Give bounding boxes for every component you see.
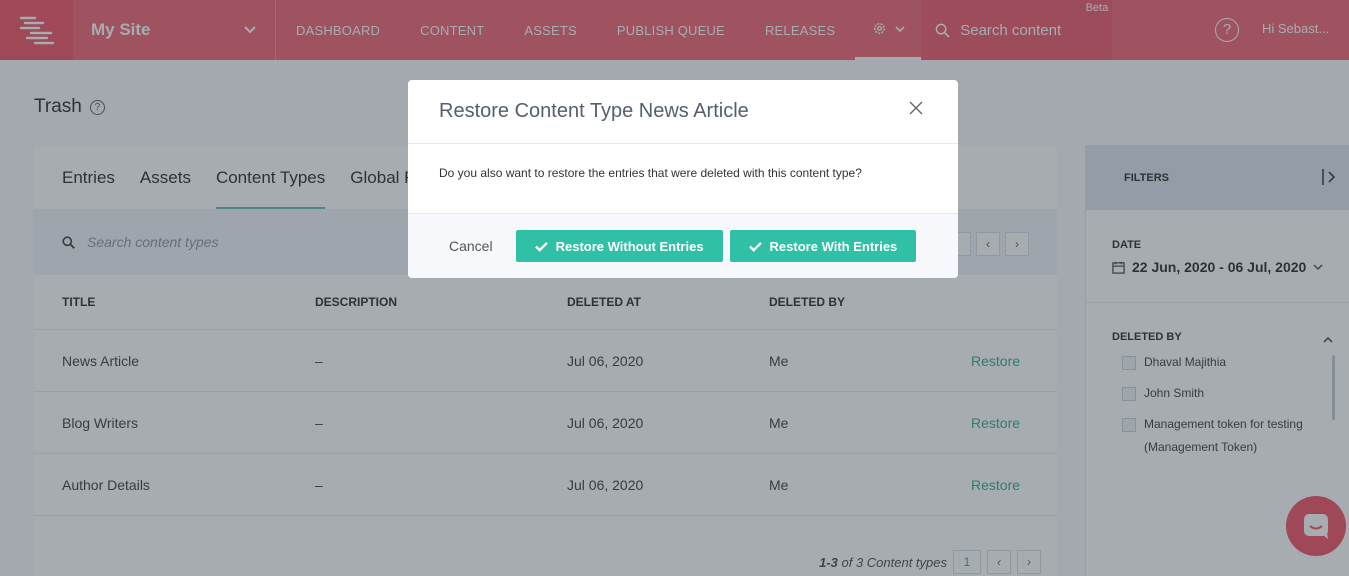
- close-icon[interactable]: [908, 100, 924, 116]
- restore-without-entries-label: Restore Without Entries: [555, 238, 704, 254]
- restore-with-entries-label: Restore With Entries: [769, 238, 898, 254]
- modal-footer: Cancel Restore Without Entries Restore W…: [408, 213, 958, 278]
- modal-message: Do you also want to restore the entries …: [439, 166, 862, 180]
- check-icon: [534, 241, 548, 252]
- modal-header: Restore Content Type News Article: [408, 80, 958, 144]
- modal-title: Restore Content Type News Article: [439, 100, 749, 122]
- restore-with-entries-button[interactable]: Restore With Entries: [729, 230, 917, 262]
- restore-modal: Restore Content Type News Article Do you…: [408, 80, 958, 278]
- restore-without-entries-button[interactable]: Restore Without Entries: [515, 230, 723, 262]
- check-icon: [748, 241, 762, 252]
- cancel-button[interactable]: Cancel: [449, 238, 493, 254]
